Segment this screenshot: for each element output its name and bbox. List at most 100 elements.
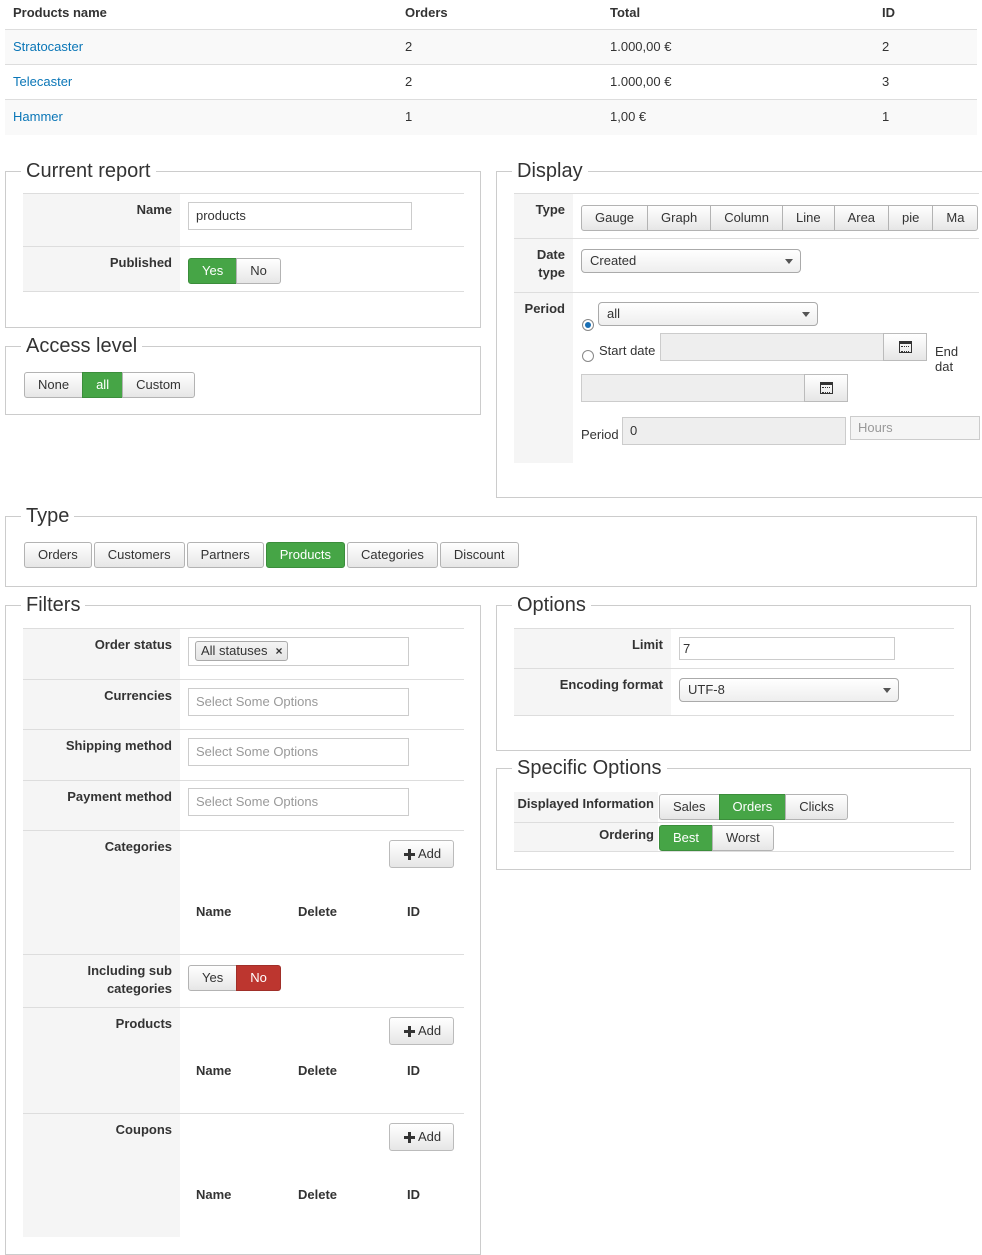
type-orders-button[interactable]: Orders (24, 542, 92, 568)
shipping-method-select[interactable]: Select Some Options (188, 738, 409, 766)
order-status-multiselect[interactable]: All statuses × (188, 637, 409, 666)
specific-options-legend: Specific Options (512, 754, 667, 782)
coupons-add-button[interactable]: Add (389, 1123, 455, 1151)
chevron-down-icon (785, 259, 793, 264)
categories-col-name: Name (196, 904, 232, 919)
form-row-order-status: Order status All statuses × (23, 628, 464, 679)
remove-tag-icon[interactable]: × (275, 642, 282, 660)
type-legend: Type (21, 502, 75, 530)
form-row-date-type: Date type Created (514, 238, 979, 292)
shipping-method-label: Shipping method (23, 730, 180, 780)
form-row-period: Period all Start date End dat Period 0 H… (514, 292, 980, 463)
start-date-input[interactable] (660, 333, 884, 361)
product-link[interactable]: Hammer (13, 100, 63, 134)
orders-cell: 1 (405, 109, 413, 124)
form-row-categories: Categories Add Name Delete ID (23, 830, 464, 954)
info-orders-button[interactable]: Orders (718, 794, 787, 820)
encoding-label: Encoding format (514, 669, 671, 715)
limit-input[interactable]: 7 (679, 637, 895, 660)
published-toggle: Yes No (188, 258, 281, 284)
info-clicks-button[interactable]: Clicks (785, 794, 848, 820)
access-none-button[interactable]: None (24, 372, 84, 398)
displayed-info-toggle: Sales Orders Clicks (659, 794, 848, 820)
form-row-name: Name products (23, 193, 464, 247)
date-type-select[interactable]: Created (581, 249, 801, 273)
period-radio[interactable] (582, 319, 594, 331)
categories-col-id: ID (407, 904, 420, 919)
calendar-icon (820, 382, 833, 394)
plus-icon (404, 1132, 415, 1143)
type-categories-button[interactable]: Categories (347, 542, 438, 568)
end-date-input[interactable] (581, 374, 805, 402)
published-yes-button[interactable]: Yes (188, 258, 238, 284)
current-report-fieldset: Current report Name products Published Y… (5, 157, 481, 328)
currencies-select[interactable]: Select Some Options (188, 688, 409, 716)
including-sub-no-button[interactable]: No (236, 965, 281, 991)
ordering-best-button[interactable]: Best (659, 825, 714, 851)
coupons-col-delete: Delete (298, 1187, 338, 1202)
access-custom-button[interactable]: Custom (122, 372, 195, 398)
type-gauge-button[interactable]: Gauge (581, 205, 649, 231)
type-column-button[interactable]: Column (710, 205, 783, 231)
access-all-button[interactable]: all (82, 372, 124, 398)
encoding-value: UTF-8 (688, 682, 725, 697)
end-date-label: End dat (935, 344, 959, 374)
published-label: Published (23, 247, 180, 291)
report-type-toggle: Orders Customers Partners Products Categ… (24, 542, 519, 568)
add-label: Add (418, 846, 442, 861)
payment-method-label: Payment method (23, 781, 180, 830)
published-no-button[interactable]: No (236, 258, 281, 284)
period-select[interactable]: all (598, 302, 818, 326)
filters-fieldset: Filters Order status All statuses × Curre… (5, 591, 481, 1255)
display-fieldset: Display Type Gauge Graph Column Line Are… (496, 157, 982, 498)
form-row-displayed-info: Displayed Information Sales Orders Click… (514, 792, 954, 822)
access-level-fieldset: Access level None all Custom (5, 332, 481, 415)
type-pie-button[interactable]: pie (888, 205, 934, 231)
display-type-toggle: Gauge Graph Column Line Area pie Ma (581, 205, 979, 231)
total-cell: 1.000,00 € (610, 39, 672, 54)
type-map-button[interactable]: Ma (932, 205, 979, 231)
options-fieldset: Options Limit 7 Encoding format UTF-8 (496, 591, 971, 751)
categories-col-delete: Delete (298, 904, 338, 919)
ordering-worst-button[interactable]: Worst (712, 825, 774, 851)
add-label: Add (418, 1023, 442, 1038)
chevron-down-icon (802, 312, 810, 317)
form-row-currencies: Currencies Select Some Options (23, 679, 464, 729)
type-graph-button[interactable]: Graph (647, 205, 712, 231)
currencies-label: Currencies (23, 680, 180, 729)
end-date-calendar-button[interactable] (804, 374, 848, 402)
type-area-button[interactable]: Area (833, 205, 890, 231)
coupons-label: Coupons (23, 1114, 180, 1237)
payment-method-select[interactable]: Select Some Options (188, 788, 409, 816)
table-row: Hammer 1 1,00 € 1 (5, 100, 977, 135)
report-name-input[interactable]: products (188, 202, 412, 230)
type-customers-button[interactable]: Customers (93, 542, 185, 568)
access-level-legend: Access level (21, 332, 143, 360)
chevron-down-icon (883, 688, 891, 693)
encoding-select[interactable]: UTF-8 (679, 678, 899, 702)
id-cell: 1 (882, 109, 890, 124)
start-date-calendar-button[interactable] (883, 333, 927, 361)
type-products-button[interactable]: Products (265, 542, 346, 568)
type-line-button[interactable]: Line (781, 205, 835, 231)
product-link[interactable]: Telecaster (13, 65, 72, 99)
products-add-button[interactable]: Add (389, 1017, 455, 1045)
info-sales-button[interactable]: Sales (659, 794, 720, 820)
including-sub-yes-button[interactable]: Yes (188, 965, 238, 991)
products-col-id: ID (407, 1063, 420, 1078)
period-amount-input[interactable]: 0 (622, 417, 846, 445)
categories-add-button[interactable]: Add (389, 840, 455, 868)
orders-cell: 2 (405, 74, 413, 89)
form-row-including-sub: Including sub categories Yes No (23, 954, 464, 1007)
add-label: Add (418, 1129, 442, 1144)
form-row-published: Published Yes No (23, 247, 464, 292)
period-unit-select[interactable]: Hours (850, 416, 980, 440)
plus-icon (404, 849, 415, 860)
type-discount-button[interactable]: Discount (439, 542, 519, 568)
access-level-toggle: None all Custom (24, 372, 195, 398)
results-table: Products name Orders Total ID Stratocast… (5, 0, 977, 135)
column-header-products-name: Products name (13, 5, 107, 20)
type-partners-button[interactable]: Partners (186, 542, 264, 568)
start-date-radio[interactable] (582, 350, 594, 362)
product-link[interactable]: Stratocaster (13, 30, 83, 64)
